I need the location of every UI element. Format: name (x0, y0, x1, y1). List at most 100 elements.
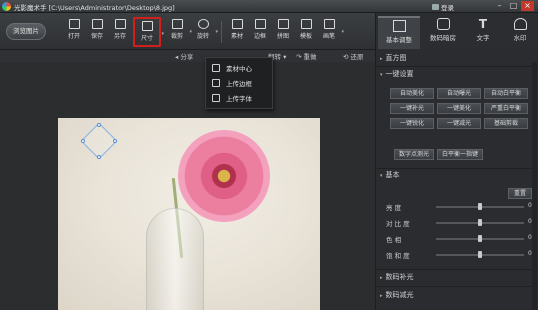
reset-button[interactable]: 重置 (508, 188, 532, 199)
section-title: 数码减光 (385, 291, 414, 299)
section-title: 数码补光 (385, 273, 414, 281)
resize-label: 尺寸 (140, 35, 153, 42)
basic-crop-button[interactable]: 基础剪裁 (484, 118, 528, 129)
fill-light-button[interactable]: 一键补光 (390, 103, 434, 114)
chevron-down-icon[interactable]: ▾ (215, 29, 218, 35)
chevron-down-icon[interactable]: ▾ (341, 29, 344, 35)
collage-label: 拼图 (276, 33, 289, 40)
title-bar: 光影魔术手 [C:\Users\Administrator\Desktop\8.… (0, 0, 538, 13)
hue-slider[interactable] (436, 235, 524, 242)
tab-text[interactable]: T 文字 (466, 16, 500, 49)
section-title: 基本 (385, 171, 400, 179)
one-key-beautify-button[interactable]: 一键美化 (437, 103, 481, 114)
main-toolbar: 浏览图片 打开 保存 另存 尺寸 ▾ 裁剪 ▾ 旋转 ▾ 素材 边框 拼图 模板… (0, 13, 375, 50)
saturation-slider[interactable] (436, 251, 524, 258)
sticker-transform-box[interactable] (80, 122, 118, 160)
brush-button[interactable]: 画笔 ▾ (319, 17, 344, 47)
panel-scrollbar[interactable] (532, 62, 537, 310)
strict-white-balance-button[interactable]: 严重白平衡 (484, 103, 528, 114)
menu-item-upload-font[interactable]: 上传字体 (206, 91, 274, 105)
template-icon (300, 19, 312, 29)
histogram-section-header[interactable]: ▸ 直方图 (380, 53, 535, 64)
digital-fill-light-header[interactable]: ▸ 数码补光 (380, 272, 535, 283)
spot-metering-button[interactable]: 数字点测光 (394, 149, 434, 160)
digital-reduce-light-header[interactable]: ▸ 数码减光 (380, 290, 535, 301)
divider (376, 269, 538, 270)
auto-beautify-button[interactable]: 自动美化 (390, 88, 434, 99)
login-button[interactable]: 登录 (432, 1, 454, 12)
slider-knob[interactable] (478, 219, 482, 226)
right-panel: ▸ 直方图 ▾ 一键设置 自动美化 自动曝光 自动白平衡 一键补光 一键美化 严重白… (375, 50, 538, 310)
resize-handle[interactable] (113, 139, 117, 143)
glass-vase (146, 208, 204, 310)
resize-handle[interactable] (97, 155, 101, 159)
tab-watermark[interactable]: 水印 (502, 16, 538, 49)
redo-button[interactable]: ↷ 重做 (296, 51, 317, 61)
caret-right-icon: ▸ (380, 275, 383, 281)
material-dropdown-menu: 素材中心 上传边框 上传字体 (205, 57, 273, 109)
open-label: 打开 (67, 33, 80, 40)
save-button[interactable]: 保存 (87, 17, 107, 47)
save-label: 保存 (90, 33, 103, 40)
tab-basic-adjust[interactable]: 基本调整 (378, 16, 420, 49)
slider-knob[interactable] (478, 235, 482, 242)
auto-exposure-button[interactable]: 自动曝光 (437, 88, 481, 99)
menu-item-material-center[interactable]: 素材中心 (206, 61, 274, 75)
sharpen-button[interactable]: 一键锐化 (390, 118, 434, 129)
resize-handle[interactable] (97, 123, 101, 127)
menu-item-upload-border[interactable]: 上传边框 (206, 76, 274, 90)
auto-white-balance-button[interactable]: 自动白平衡 (484, 88, 528, 99)
brush-icon (323, 19, 335, 29)
resize-handle[interactable] (81, 139, 85, 143)
border-button[interactable]: 边框 (250, 17, 270, 47)
contrast-slider[interactable] (436, 219, 524, 226)
login-label: 登录 (441, 3, 454, 12)
sub-toolbar: ◂ 分享 翻转 ▾ ↷ 重做 ⟲ 还原 (0, 50, 375, 62)
onekey-section-header[interactable]: ▾ 一键设置 (380, 69, 535, 80)
border-icon (254, 19, 266, 29)
photo-image[interactable] (58, 118, 320, 310)
reduce-light-button[interactable]: 一键减光 (437, 118, 481, 129)
user-icon (432, 3, 439, 10)
basic-section-header[interactable]: ▾ 基本 (380, 170, 535, 181)
close-button[interactable]: × (521, 1, 534, 11)
rotate-label: 旋转 (196, 33, 209, 40)
divider (376, 66, 538, 67)
caret-down-icon: ▾ (380, 72, 383, 78)
share-button[interactable]: ◂ 分享 (175, 51, 193, 61)
minimize-button[interactable]: – (493, 1, 506, 11)
crop-button[interactable]: 裁剪 ▾ (167, 17, 192, 47)
save-as-label: 另存 (113, 33, 126, 40)
browse-images-button[interactable]: 浏览图片 (6, 23, 46, 40)
slider-knob[interactable] (478, 251, 482, 258)
contrast-label: 对 比 度 (386, 220, 410, 228)
brightness-slider[interactable] (436, 203, 524, 210)
menu-item-label: 素材中心 (226, 65, 252, 73)
collage-button[interactable]: 拼图 (273, 17, 293, 47)
watermark-icon (513, 18, 527, 30)
resize-icon (141, 21, 153, 31)
slider-knob[interactable] (478, 203, 482, 210)
white-balance-picker-button[interactable]: 白平衡一指键 (437, 149, 483, 160)
crop-label: 裁剪 (170, 33, 183, 40)
maximize-button[interactable]: □ (507, 1, 520, 11)
menu-item-label: 上传边框 (226, 80, 252, 88)
restore-button[interactable]: ⟲ 还原 (343, 51, 364, 61)
save-as-button[interactable]: 另存 (110, 17, 130, 47)
restore-label: 还原 (350, 53, 364, 61)
tab-label: 文字 (476, 34, 490, 42)
material-icon (231, 19, 243, 29)
open-button[interactable]: 打开 (64, 17, 84, 47)
rotate-button[interactable]: 旋转 ▾ (193, 17, 218, 47)
section-title: 一键设置 (385, 70, 414, 78)
material-button[interactable]: 素材 (227, 17, 247, 47)
resize-button[interactable]: 尺寸 ▾ (133, 17, 164, 47)
template-button[interactable]: 模板 (296, 17, 316, 47)
chevron-down-icon[interactable]: ▾ (161, 31, 164, 37)
text-icon: T (478, 17, 488, 31)
image-canvas[interactable] (0, 62, 375, 310)
save-as-icon (114, 19, 126, 29)
crop-icon (171, 19, 183, 29)
chevron-down-icon[interactable]: ▾ (189, 29, 192, 35)
tab-digital-darkroom[interactable]: 数码暗房 (422, 16, 464, 49)
